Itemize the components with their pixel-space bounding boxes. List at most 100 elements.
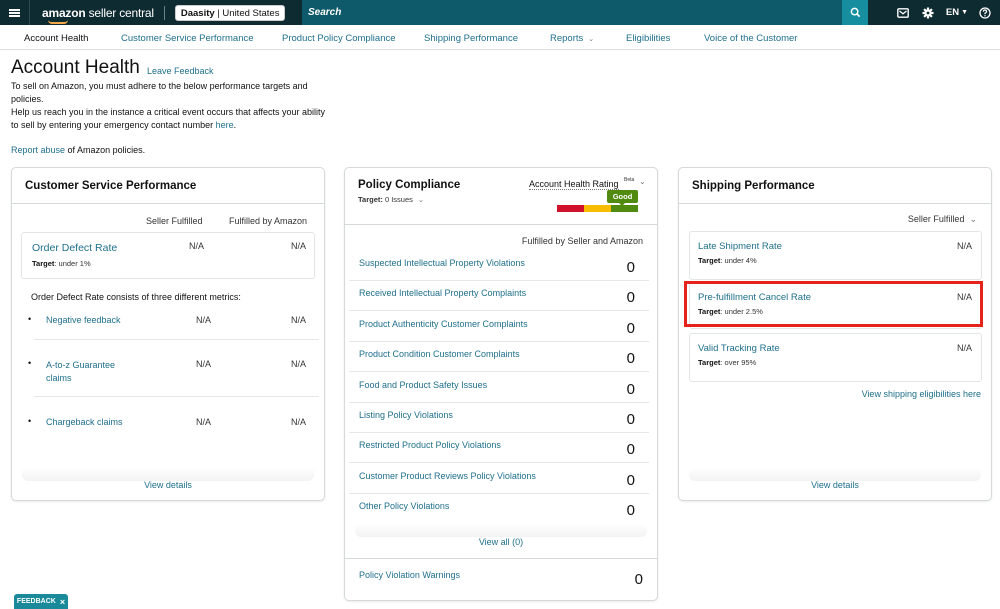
seller-fulfilled-dropdown[interactable]: Seller Fulfilled ⌄: [908, 214, 977, 225]
shipping-view-details-link[interactable]: View details: [679, 480, 991, 490]
valid-tracking-rate-link[interactable]: Valid Tracking Rate: [698, 343, 780, 354]
menu-icon[interactable]: [0, 0, 30, 25]
search-button[interactable]: [842, 0, 868, 25]
emergency-contact-link[interactable]: here: [216, 120, 234, 130]
nav-reports[interactable]: Reports ⌄: [550, 33, 594, 44]
nav-customer-service-performance[interactable]: Customer Service Performance: [121, 33, 254, 44]
policy-row: Food and Product Safety Issues 0: [349, 373, 649, 403]
store-switcher[interactable]: Daasity | United States: [174, 4, 286, 21]
feedback-tab[interactable]: FEEDBACK ×: [14, 594, 68, 609]
policy-row: Other Policy Violations 0: [349, 494, 649, 524]
late-shipment-rate-link[interactable]: Late Shipment Rate: [698, 241, 782, 252]
negative-feedback-link[interactable]: Negative feedback: [46, 315, 121, 325]
bullet-icon: •: [28, 314, 32, 324]
shipping-eligibilities-link[interactable]: View shipping eligibilities here: [862, 389, 981, 399]
late-shipment-rate-box: Late Shipment Rate Target: under 4% N/A: [689, 231, 982, 280]
policy-row: Product Condition Customer Complaints 0: [349, 342, 649, 373]
target-value: : under 1%: [54, 259, 91, 268]
policy-target-dropdown[interactable]: Target: 0 Issues ⌄: [358, 195, 424, 204]
view-all-link[interactable]: View all (0): [345, 537, 657, 547]
gear-icon: [922, 7, 934, 18]
policy-row-link[interactable]: Food and Product Safety Issues: [359, 380, 487, 390]
seller-fulfilled-label: Seller Fulfilled: [907, 214, 965, 224]
policy-row-value: 0: [626, 471, 635, 489]
policy-row-link[interactable]: Product Condition Customer Complaints: [359, 349, 520, 359]
nav-account-health[interactable]: Account Health: [24, 33, 88, 44]
nav-voice-of-the-customer[interactable]: Voice of the Customer: [704, 33, 797, 44]
seller-central-logo[interactable]: amazon seller central: [42, 5, 154, 24]
ahr-status-tooltip: Good: [607, 190, 638, 203]
col-fulfilled-by-seller-and-amazon: Fulfilled by Seller and Amazon: [521, 236, 643, 246]
odr-consists-text: Order Defect Rate consists of three diff…: [31, 292, 241, 302]
nav-product-policy-compliance[interactable]: Product Policy Compliance: [282, 33, 396, 44]
target-value: : under 4%: [720, 256, 757, 265]
a-to-z-seller: N/A: [196, 359, 212, 369]
col-seller-fulfilled: Seller Fulfilled: [146, 216, 203, 226]
policy-title: Policy Compliance: [358, 179, 461, 191]
policy-violation-warnings-value: 0: [634, 571, 643, 588]
report-abuse-link[interactable]: Report abuse: [11, 145, 65, 155]
policy-row-link[interactable]: Other Policy Violations: [359, 501, 449, 511]
odr-seller-value: N/A: [189, 241, 205, 251]
chevron-down-icon: ⌄: [969, 214, 977, 224]
language-label: EN: [945, 7, 960, 18]
ahr-bar-bad: [557, 205, 584, 212]
policy-row-value: 0: [626, 380, 635, 398]
policy-row-value: 0: [626, 319, 635, 337]
policy-compliance-card: Policy Compliance Target: 0 Issues ⌄ Acco…: [344, 167, 658, 601]
settings-button[interactable]: [919, 0, 937, 25]
help-button[interactable]: [976, 0, 994, 25]
target-label: Target: [32, 259, 55, 268]
chargeback-seller: N/A: [196, 417, 212, 427]
chargeback-claims-link[interactable]: Chargeback claims: [46, 417, 123, 427]
a-to-z-fba: N/A: [291, 359, 307, 369]
intro-paragraph-2: Help us reach you in the instance a crit…: [11, 106, 331, 132]
target-value: 0 Issues: [382, 195, 413, 204]
policy-row-link[interactable]: Restricted Product Policy Violations: [359, 440, 501, 450]
bullet-icon: •: [28, 358, 32, 368]
search-placeholder: Search: [308, 7, 342, 18]
cs-view-details-link[interactable]: View details: [12, 480, 324, 490]
language-selector[interactable]: EN ▼: [944, 0, 970, 25]
bullet-icon: •: [28, 416, 32, 426]
store-region: United States: [222, 7, 280, 19]
policy-warnings-row: Policy Violation Warnings 0: [345, 558, 657, 602]
page-title: Account Health: [11, 57, 140, 78]
policy-row-link[interactable]: Listing Policy Violations: [359, 410, 453, 420]
secondary-nav: Account Health Customer Service Performa…: [0, 27, 1000, 50]
divider: [689, 467, 981, 481]
search-icon: [850, 7, 860, 18]
chevron-down-icon[interactable]: ⌄: [639, 177, 646, 186]
logo-seller-central-text: seller central: [85, 5, 154, 20]
negative-feedback-seller: N/A: [196, 315, 212, 325]
close-icon[interactable]: ×: [60, 597, 65, 607]
target-label: Target: [698, 358, 721, 367]
chargeback-fba: N/A: [291, 417, 307, 427]
late-shipment-rate-value: N/A: [956, 241, 972, 251]
policy-row: Restricted Product Policy Violations 0: [349, 433, 649, 464]
search-input[interactable]: Search: [302, 0, 842, 25]
nav-eligibilities[interactable]: Eligibilities: [626, 33, 670, 44]
order-defect-rate-link[interactable]: Order Defect Rate: [32, 242, 117, 254]
policy-row-link[interactable]: Product Authenticity Customer Complaints: [359, 319, 528, 329]
policy-row-link[interactable]: Customer Product Reviews Policy Violatio…: [359, 471, 536, 481]
leave-feedback-link[interactable]: Leave Feedback: [147, 66, 214, 76]
policy-row: Listing Policy Violations 0: [349, 403, 649, 433]
policy-row-value: 0: [626, 502, 635, 520]
valid-tracking-rate-value: N/A: [956, 343, 972, 353]
ahr-status-text: Good: [612, 192, 633, 201]
customer-service-title: Customer Service Performance: [12, 168, 324, 204]
target-label: Target:: [358, 195, 383, 204]
ahr-label[interactable]: Account Health Rating: [529, 179, 619, 190]
a-to-z-claims-link[interactable]: A-to-z Guarantee claims: [46, 359, 136, 385]
highlight-box: [684, 281, 983, 327]
mail-button[interactable]: [894, 0, 912, 25]
policy-row-value: 0: [626, 289, 635, 307]
policy-row-link[interactable]: Suspected Intellectual Property Violatio…: [359, 258, 525, 268]
logo-amazon-text: amazon: [42, 5, 86, 20]
caret-down-icon: ▼: [961, 9, 969, 16]
nav-shipping-performance[interactable]: Shipping Performance: [424, 33, 518, 44]
policy-row-link[interactable]: Received Intellectual Property Complaint…: [359, 288, 526, 298]
report-abuse-line: Report abuse of Amazon policies.: [11, 145, 145, 155]
policy-violation-warnings-link[interactable]: Policy Violation Warnings: [359, 570, 460, 580]
